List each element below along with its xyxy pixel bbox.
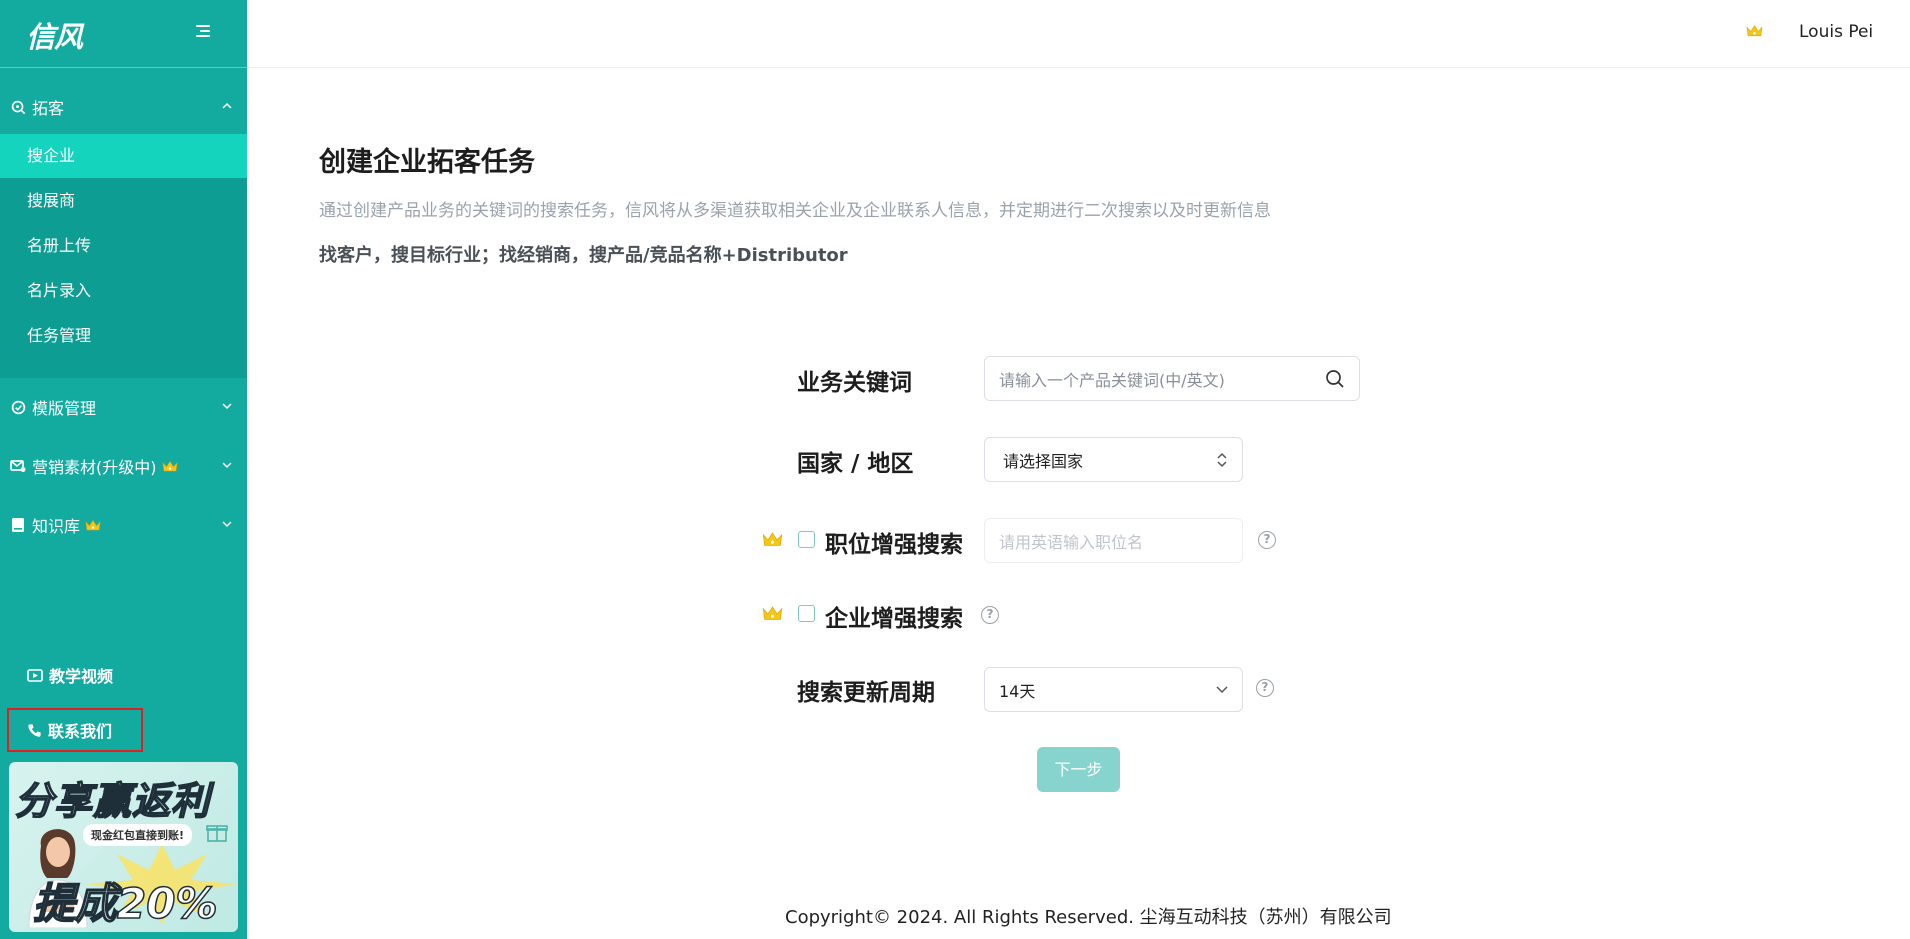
user-name[interactable]: Louis Pei xyxy=(1799,22,1873,42)
country-select-value: 请选择国家 xyxy=(1003,451,1084,471)
sidebar-section-label: 知识库 xyxy=(32,517,81,536)
sidebar-section-label: 模版管理 xyxy=(32,399,97,418)
keyword-label: 业务关键词 xyxy=(797,370,912,396)
contact-us-link[interactable]: 联系我们 xyxy=(27,715,112,745)
page-title: 创建企业拓客任务 xyxy=(319,147,535,178)
sidebar-section-marketing-materials[interactable]: 营销素材(升级中) xyxy=(0,446,247,486)
sidebar-section-label: 拓客 xyxy=(32,99,65,118)
promo-subtitle: 现金红包直接到账! xyxy=(83,824,193,846)
check-circle-icon xyxy=(10,399,26,415)
crown-icon xyxy=(762,606,783,620)
crown-icon xyxy=(762,532,783,546)
video-icon xyxy=(27,668,43,682)
search-target-icon xyxy=(10,99,26,115)
update-cycle-value: 14天 xyxy=(999,681,1036,701)
company-enhance-checkbox[interactable] xyxy=(798,605,815,622)
sidebar-section-knowledge-base[interactable]: 知识库 xyxy=(0,505,247,545)
promo-commission-rate: 提成20% xyxy=(32,878,218,929)
sidebar-item-search-exhibitors[interactable]: 搜展商 xyxy=(0,179,247,223)
keyword-input[interactable]: 请输入一个产品关键词(中/英文) xyxy=(984,356,1360,401)
book-icon xyxy=(10,517,26,533)
divider xyxy=(0,67,247,68)
sort-updown-icon xyxy=(1216,452,1228,468)
sidebar-section-label: 营销素材(升级中) xyxy=(32,458,157,477)
sidebar-item-roster-upload[interactable]: 名册上传 xyxy=(0,224,247,268)
next-step-button[interactable]: 下一步 xyxy=(1037,747,1120,792)
position-enhance-label: 职位增强搜索 xyxy=(825,532,963,558)
page-description: 通过创建产品业务的关键词的搜索任务，信风将从多渠道获取相关企业及企业联系人信息，… xyxy=(319,201,1271,221)
collapse-sidebar-icon[interactable] xyxy=(196,25,210,37)
phone-icon xyxy=(28,723,41,737)
tutorial-video-label: 教学视频 xyxy=(49,667,114,686)
country-select[interactable]: 请选择国家 xyxy=(984,437,1243,482)
crown-icon xyxy=(85,519,101,530)
company-enhance-label: 企业增强搜索 xyxy=(825,606,963,632)
brand-logo: 信风 xyxy=(26,20,83,54)
help-icon[interactable]: ? xyxy=(1258,531,1276,549)
update-cycle-label: 搜索更新周期 xyxy=(797,680,935,706)
copyright-footer: Copyright© 2024. All Rights Reserved. 尘海… xyxy=(785,907,1392,928)
position-enhance-checkbox[interactable] xyxy=(798,531,815,548)
keyword-placeholder: 请输入一个产品关键词(中/英文) xyxy=(999,370,1225,390)
chevron-down-icon xyxy=(222,521,232,528)
help-icon[interactable]: ? xyxy=(1256,679,1274,697)
submenu-prospecting: 搜企业 搜展商 名册上传 名片录入 任务管理 xyxy=(0,134,247,378)
crown-icon xyxy=(162,460,177,471)
referral-promo-banner[interactable]: 分享赢返利 现金红包直接到账! 提成20% xyxy=(9,762,238,932)
sidebar-section-prospecting[interactable]: 拓客 xyxy=(0,87,247,127)
crown-icon[interactable] xyxy=(1746,24,1763,38)
position-name-input[interactable]: 请用英语输入职位名 xyxy=(984,518,1243,563)
position-name-placeholder: 请用英语输入职位名 xyxy=(999,532,1144,552)
sidebar-item-card-entry[interactable]: 名片录入 xyxy=(0,269,247,313)
sidebar-item-search-companies[interactable]: 搜企业 xyxy=(0,134,247,178)
help-icon[interactable]: ? xyxy=(981,606,999,624)
top-bar xyxy=(247,0,1910,68)
sidebar: 信风 拓客 搜企业 搜展商 名册上传 名片录入 任务管理 模版管理 营销素材(升… xyxy=(0,0,247,939)
country-label: 国家 / 地区 xyxy=(797,451,914,477)
contact-us-label: 联系我们 xyxy=(48,722,113,741)
promo-title: 分享赢返利 xyxy=(14,778,211,824)
update-cycle-select[interactable]: 14天 xyxy=(984,667,1243,712)
mail-icon xyxy=(10,458,26,474)
search-icon[interactable] xyxy=(1325,369,1345,389)
sidebar-section-templates[interactable]: 模版管理 xyxy=(0,387,247,427)
chevron-down-icon xyxy=(222,403,232,410)
search-tip: 找客户，搜目标行业；找经销商，搜产品/竞品名称+Distributor xyxy=(319,245,848,266)
chevron-down-icon xyxy=(222,462,232,469)
chevron-down-icon xyxy=(1216,685,1228,694)
tutorial-video-link[interactable]: 教学视频 xyxy=(27,660,113,690)
chevron-up-icon xyxy=(222,102,232,109)
sidebar-item-task-management[interactable]: 任务管理 xyxy=(0,314,247,358)
